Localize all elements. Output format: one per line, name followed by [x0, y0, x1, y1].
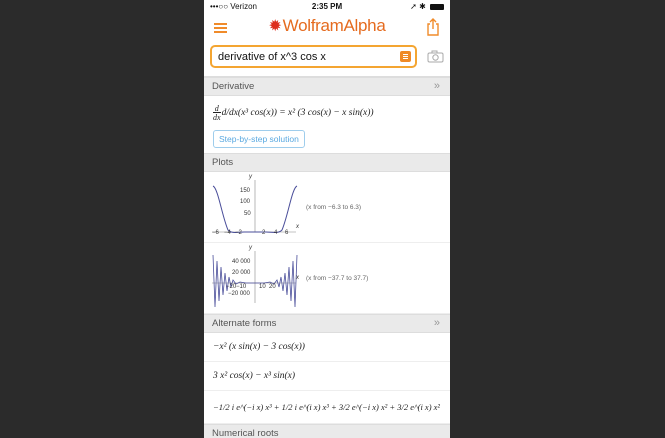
camera-icon[interactable]: [427, 50, 444, 63]
search-input[interactable]: derivative of x^3 cos x: [210, 45, 417, 68]
pod-derivative: d dxd/dx(x³ cos(x)) = x² (3 cos(x) − x si…: [204, 96, 450, 153]
plot-2-xtick: −20: [226, 284, 237, 290]
step-by-step-button[interactable]: Step-by-step solution: [213, 130, 305, 148]
search-query: derivative of x^3 cos x: [218, 51, 326, 63]
pod-header-alternate-forms: Alternate forms »: [204, 314, 450, 333]
plot-row-1: y 150 100 50 −6 −4 −2 2 4 6 x (x from −6…: [204, 172, 450, 243]
logo-text: WolframAlpha: [282, 16, 386, 35]
search-row: derivative of x^3 cos x: [204, 42, 450, 77]
pod-title: Alternate forms: [212, 318, 277, 329]
plot-1-ylabel: y: [249, 174, 252, 180]
pod-header-plots: Plots: [204, 153, 450, 172]
plot-2-xtick: −10: [236, 284, 247, 290]
derivative-expression: d/dx(x³ cos(x)) = x² (3 cos(x) − x sin(x…: [221, 108, 374, 118]
plot-2-ytick: 20 000: [232, 270, 251, 276]
pod-title: Plots: [212, 157, 234, 168]
plot-1-xtick: 2: [262, 230, 266, 236]
pod-title: Numerical roots: [212, 428, 279, 438]
plot-1-xtick: −6: [212, 230, 219, 236]
alternate-form-expression: 3 x² cos(x) − x³ sin(x): [213, 371, 296, 381]
plot-1-xtick: 6: [285, 230, 289, 236]
pod-header-derivative: Derivative »: [204, 77, 450, 96]
pod-header-numerical-roots: Numerical roots: [204, 424, 450, 438]
plot-2-ytick: −20 000: [228, 291, 250, 297]
chevron-right-icon[interactable]: »: [434, 78, 440, 95]
status-bar: •••○○ Verizon 2:35 PM ➚ ✱: [204, 0, 450, 14]
plot-1-ytick: 150: [240, 188, 251, 194]
plot-1[interactable]: [210, 176, 300, 238]
plot-2[interactable]: [210, 247, 300, 309]
plot-1-ytick: 50: [244, 211, 251, 217]
phone-screen: •••○○ Verizon 2:35 PM ➚ ✱ ✹WolframAlpha …: [204, 0, 450, 438]
alternate-form-expression: −1/2 i e^(−i x) x³ + 1/2 i e^(i x) x³ + …: [213, 402, 440, 412]
plot-2-xlabel: x: [296, 275, 299, 281]
alternate-form-expression: −x² (x sin(x) − 3 cos(x)): [213, 342, 305, 352]
wolfram-logo: ✹WolframAlpha: [204, 16, 450, 36]
pod-title: Derivative: [212, 81, 255, 92]
plot-1-xtick: −4: [224, 230, 231, 236]
plot-2-ylabel: y: [249, 245, 252, 251]
alternate-form-3: −1/2 i e^(−i x) x³ + 1/2 i e^(i x) x³ + …: [204, 391, 450, 424]
app-header: ✹WolframAlpha: [204, 14, 450, 42]
plot-1-xtick: 4: [274, 230, 278, 236]
chevron-right-icon[interactable]: »: [434, 315, 440, 332]
plot-1-xlabel: x: [296, 224, 299, 230]
plot-row-2: y 40 000 20 000 −20 000 −20 −10 10 20 x …: [204, 243, 450, 314]
plot-1-xtick: −2: [235, 230, 242, 236]
plot-2-xtick: 10: [259, 284, 266, 290]
share-icon[interactable]: [426, 18, 440, 36]
plot-1-ytick: 100: [240, 199, 251, 205]
plot-1-range: (x from −6.3 to 6.3): [306, 204, 362, 211]
alternate-form-1: −x² (x sin(x) − 3 cos(x)): [204, 333, 450, 362]
alternate-form-2: 3 x² cos(x) − x³ sin(x): [204, 362, 450, 391]
status-icons: ➚ ✱: [410, 2, 444, 11]
plot-2-ytick: 40 000: [232, 259, 251, 265]
wolfram-star-icon: ✹: [268, 18, 282, 35]
derivative-result: d dxd/dx(x³ cos(x)) = x² (3 cos(x) − x si…: [213, 104, 374, 122]
battery-icon: [430, 3, 444, 10]
clear-icon[interactable]: [400, 51, 411, 62]
plot-2-range: (x from −37.7 to 37.7): [306, 275, 369, 282]
plot-2-xtick: 20: [269, 284, 276, 290]
